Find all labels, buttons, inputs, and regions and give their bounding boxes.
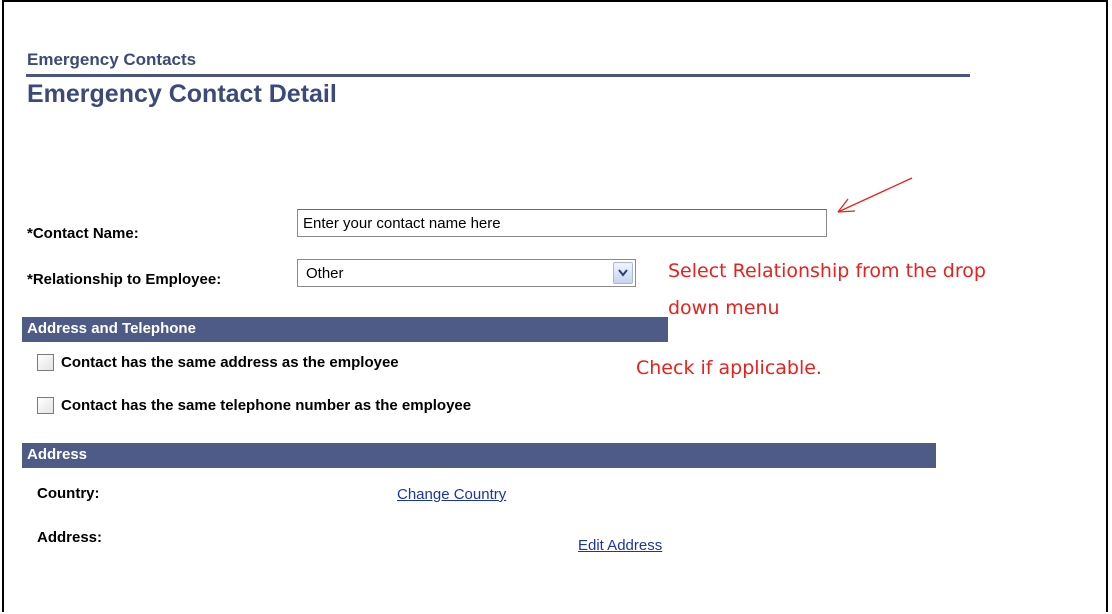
contact-name-label: *Contact Name: [27,225,139,242]
relationship-select[interactable]: Other [297,259,636,287]
relationship-note-line1: Select Relationship from the drop [668,260,986,282]
same-address-checkbox[interactable] [37,354,54,371]
relationship-label: *Relationship to Employee: [27,271,222,288]
title-divider [26,74,970,77]
section-title: Emergency Contacts [27,50,197,69]
chevron-down-icon [618,269,628,277]
change-country-link[interactable]: Change Country [397,486,506,503]
country-label: Country: [37,485,100,502]
arrow-annotation-icon [837,177,913,213]
same-address-label: Contact has the same address as the empl… [61,354,399,371]
dropdown-button[interactable] [613,262,633,284]
relationship-selected-value: Other [306,265,344,282]
relationship-note-line2: down menu [668,297,780,319]
address-label: Address: [37,529,103,546]
edit-address-link[interactable]: Edit Address [578,537,662,554]
address-telephone-heading: Address and Telephone [22,317,668,342]
checkbox-note: Check if applicable. [636,357,822,379]
same-phone-label: Contact has the same telephone number as… [61,397,472,414]
address-heading: Address [22,443,936,468]
page-title: Emergency Contact Detail [27,80,337,108]
same-phone-checkbox[interactable] [37,397,54,414]
contact-name-input[interactable] [297,209,827,237]
